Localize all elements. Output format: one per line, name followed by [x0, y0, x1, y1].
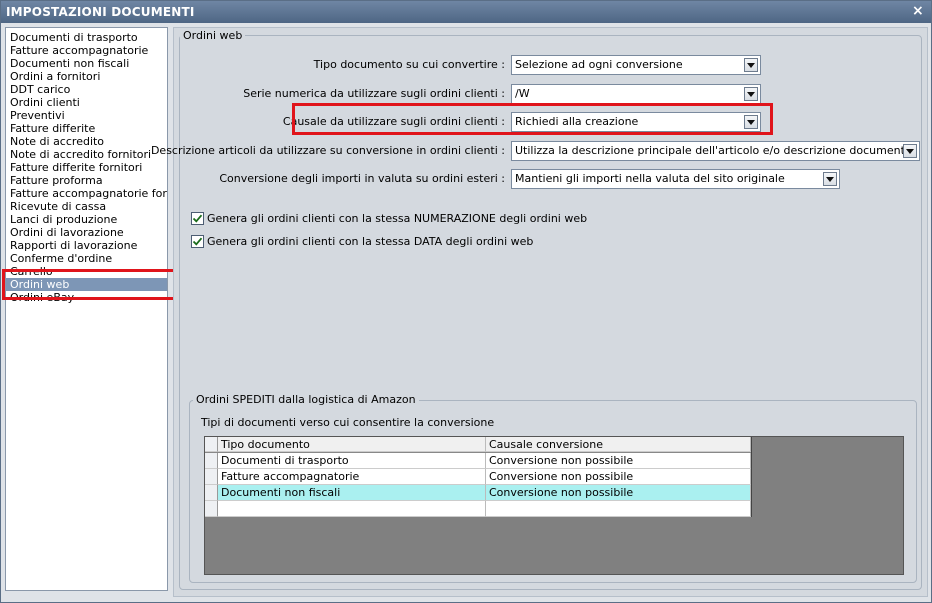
check-data[interactable]: Genera gli ordini clienti con la stessa …: [191, 235, 533, 248]
cell-causale[interactable]: [486, 501, 751, 517]
doc-list-item[interactable]: Ordini clienti: [6, 96, 167, 109]
doc-list-item[interactable]: Documenti non fiscali: [6, 57, 167, 70]
conversione-importi-label: Conversione degli importi in valuta su o…: [219, 172, 505, 185]
doc-list-item[interactable]: Rapporti di lavorazione: [6, 239, 167, 252]
checkmark-icon: [192, 214, 203, 223]
conversione-importi-value: Mantieni gli importi nella valuta del si…: [515, 172, 785, 185]
doc-list-item[interactable]: Fatture accompagnatorie fornito: [6, 187, 167, 200]
document-type-list[interactable]: Documenti di trasporto Fatture accompagna…: [5, 27, 168, 591]
table-row[interactable]: Documenti di trasporto Conversione non po…: [205, 453, 751, 469]
table-row[interactable]: [205, 501, 751, 517]
row-indicator: [205, 453, 218, 469]
table-row[interactable]: Documenti non fiscali Conversione non pos…: [205, 485, 751, 501]
cell-tipo-documento[interactable]: Documenti di trasporto: [218, 453, 486, 469]
doc-list-item[interactable]: Preventivi: [6, 109, 167, 122]
conversion-grid[interactable]: Tipo documento Causale conversione Documen…: [205, 437, 752, 517]
serie-numerica-label: Serie numerica da utilizzare sugli ordin…: [243, 87, 505, 100]
amazon-subtitle: Tipi di documenti verso cui consentire l…: [201, 416, 495, 429]
settings-window: IMPOSTAZIONI DOCUMENTI × Documenti di tr…: [0, 0, 932, 603]
grid-header: Tipo documento Causale conversione: [205, 437, 751, 453]
tipo-documento-value: Selezione ad ogni conversione: [515, 58, 683, 71]
chevron-down-icon[interactable]: [744, 115, 758, 129]
doc-list-item[interactable]: Documenti di trasporto: [6, 31, 167, 44]
serie-numerica-combo[interactable]: /W: [511, 84, 761, 104]
causale-label: Causale da utilizzare sugli ordini clien…: [282, 115, 505, 128]
doc-list-item[interactable]: Ordini eBay: [6, 291, 167, 304]
doc-list-item[interactable]: Ordini web: [6, 278, 167, 291]
descrizione-articoli-combo[interactable]: Utilizza la descrizione principale dell'…: [511, 141, 920, 161]
amazon-group-title: Ordini SPEDITI dalla logistica di Amazon: [193, 393, 419, 406]
doc-list-item[interactable]: Conferme d'ordine: [6, 252, 167, 265]
doc-list-item[interactable]: Ricevute di cassa: [6, 200, 167, 213]
cell-causale[interactable]: Conversione non possibile: [486, 453, 751, 469]
chevron-down-icon[interactable]: [823, 172, 837, 186]
ordini-web-group-title: Ordini web: [180, 29, 246, 42]
row-indicator: [205, 485, 218, 501]
row-indicator: [205, 501, 218, 517]
doc-list-item[interactable]: Carrello: [6, 265, 167, 278]
cell-causale[interactable]: Conversione non possibile: [486, 469, 751, 485]
conversion-grid-area: Tipo documento Causale conversione Documen…: [204, 436, 904, 575]
cell-tipo-documento[interactable]: Fatture accompagnatorie: [218, 469, 486, 485]
doc-list-item[interactable]: Note di accredito: [6, 135, 167, 148]
doc-list-item[interactable]: Ordini a fornitori: [6, 70, 167, 83]
checkbox-numerazione[interactable]: [191, 212, 204, 225]
doc-list-item[interactable]: Note di accredito fornitori: [6, 148, 167, 161]
doc-list-item[interactable]: Fatture differite: [6, 122, 167, 135]
chevron-down-icon[interactable]: [903, 144, 917, 158]
checkbox-data[interactable]: [191, 235, 204, 248]
doc-list-item[interactable]: Fatture proforma: [6, 174, 167, 187]
chevron-down-icon[interactable]: [744, 58, 758, 72]
descrizione-articoli-label: Descrizione articoli da utilizzare su co…: [150, 144, 505, 157]
causale-value: Richiedi alla creazione: [515, 115, 639, 128]
doc-list-item[interactable]: Fatture differite fornitori: [6, 161, 167, 174]
title-bar: IMPOSTAZIONI DOCUMENTI ×: [1, 1, 931, 23]
doc-list-item[interactable]: Fatture accompagnatorie: [6, 44, 167, 57]
cell-tipo-documento[interactable]: [218, 501, 486, 517]
tipo-documento-label: Tipo documento su cui convertire :: [313, 58, 505, 71]
column-header[interactable]: Tipo documento: [218, 437, 486, 452]
doc-list-item[interactable]: Ordini di lavorazione: [6, 226, 167, 239]
check-numerazione[interactable]: Genera gli ordini clienti con la stessa …: [191, 212, 587, 225]
serie-numerica-value: /W: [515, 87, 530, 100]
tipo-documento-combo[interactable]: Selezione ad ogni conversione: [511, 55, 761, 75]
conversione-importi-combo[interactable]: Mantieni gli importi nella valuta del si…: [511, 169, 840, 189]
column-header[interactable]: Causale conversione: [486, 437, 751, 452]
checkmark-icon: [192, 237, 203, 246]
cell-tipo-documento[interactable]: Documenti non fiscali: [218, 485, 486, 501]
check-numerazione-label: Genera gli ordini clienti con la stessa …: [207, 212, 588, 225]
close-icon[interactable]: ×: [911, 4, 925, 18]
table-row[interactable]: Fatture accompagnatorie Conversione non p…: [205, 469, 751, 485]
row-indicator: [205, 437, 218, 452]
causale-combo[interactable]: Richiedi alla creazione: [511, 112, 761, 132]
settings-panel: Ordini web Tipo documento su cui convert…: [151, 27, 928, 597]
check-data-label: Genera gli ordini clienti con la stessa …: [207, 235, 534, 248]
descrizione-articoli-value: Utilizza la descrizione principale dell'…: [515, 144, 908, 157]
cell-causale[interactable]: Conversione non possibile: [486, 485, 751, 501]
row-indicator: [205, 469, 218, 485]
doc-list-item[interactable]: Lanci di produzione: [6, 213, 167, 226]
doc-list-item[interactable]: DDT carico: [6, 83, 167, 96]
window-title: IMPOSTAZIONI DOCUMENTI: [6, 5, 195, 19]
chevron-down-icon[interactable]: [744, 87, 758, 101]
